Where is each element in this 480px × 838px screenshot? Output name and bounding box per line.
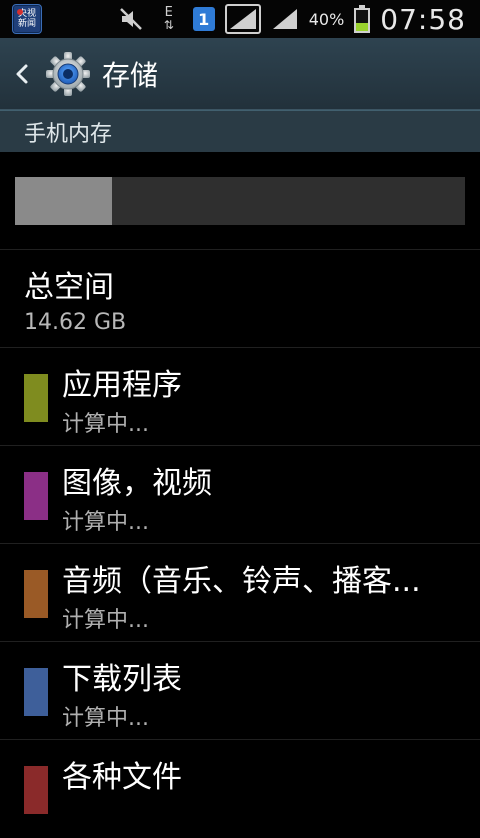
category-label: 图像，视频 [62, 466, 212, 501]
category-downloads[interactable]: 下载列表 计算中... [0, 642, 480, 740]
battery-icon [354, 5, 371, 33]
storage-category-list: 应用程序 计算中... 图像，视频 计算中... 音频（音乐、铃声、播客... … [0, 348, 480, 838]
page-title: 存储 [102, 58, 159, 92]
category-label: 下载列表 [62, 662, 182, 697]
storage-used-fill [15, 177, 113, 225]
apps-color-swatch [24, 374, 48, 422]
app-icon-text-bottom: 新闻 [17, 19, 36, 29]
gear-icon [44, 50, 92, 98]
section-header-phone-storage: 手机内存 [0, 110, 480, 152]
category-status: 计算中... [62, 412, 149, 437]
images-color-swatch [24, 472, 48, 520]
action-bar: 存储 [0, 38, 480, 110]
category-status: 计算中... [62, 510, 149, 535]
data-arrows-icon: ⇅ [163, 18, 174, 32]
status-icons: E ⇅ 1 40% 07:58 [117, 0, 480, 38]
total-space-value: 14.62 GB [24, 310, 127, 335]
storage-usage-bar [15, 177, 465, 225]
misc-files-color-swatch [24, 766, 48, 814]
storage-usage-bar-container [0, 152, 480, 250]
category-misc-files[interactable]: 各种文件 [0, 740, 480, 838]
category-images-videos[interactable]: 图像，视频 计算中... [0, 446, 480, 544]
sim-badge-text: 1 [198, 9, 210, 29]
category-label: 应用程序 [62, 368, 182, 403]
wifi-signal-icon [224, 4, 261, 34]
network-type-icon: E ⇅ [155, 5, 183, 33]
status-time: 07:58 [380, 2, 466, 36]
total-space-row: 总空间 14.62 GB [0, 250, 480, 348]
sim-badge: 1 [192, 7, 215, 31]
red-dot [17, 9, 23, 15]
category-apps[interactable]: 应用程序 计算中... [0, 348, 480, 446]
total-space-label: 总空间 [24, 270, 114, 305]
back-icon[interactable] [8, 60, 36, 88]
mute-icon [117, 5, 145, 33]
category-label: 音频（音乐、铃声、播客... [62, 564, 421, 599]
category-status: 计算中... [62, 706, 149, 731]
category-audio[interactable]: 音频（音乐、铃声、播客... 计算中... [0, 544, 480, 642]
status-bar: 央视 新闻 E ⇅ 1 40% 07:58 [0, 0, 480, 38]
category-label: 各种文件 [62, 760, 182, 795]
cell-signal-icon [271, 5, 299, 33]
category-status: 计算中... [62, 608, 149, 633]
audio-color-swatch [24, 570, 48, 618]
downloads-color-swatch [24, 668, 48, 716]
battery-percent: 40% [308, 9, 345, 29]
news-app-icon: 央视 新闻 [12, 4, 42, 34]
